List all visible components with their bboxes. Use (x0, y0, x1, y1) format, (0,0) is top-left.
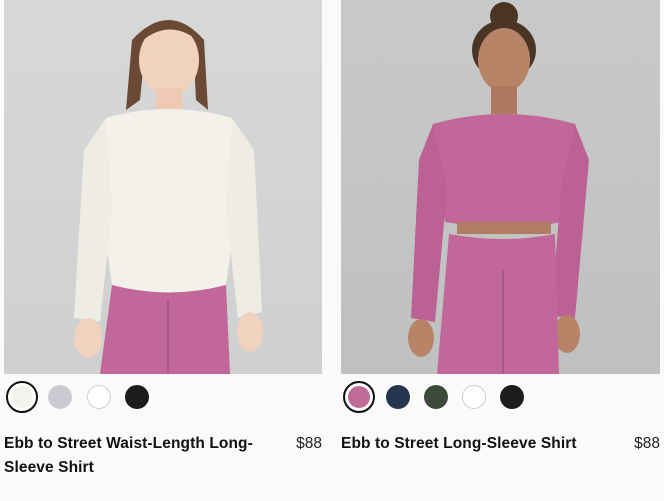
product-title[interactable]: Ebb to Street Long-Sleeve Shirt (341, 432, 601, 456)
product-title[interactable]: Ebb to Street Waist-Length Long-Sleeve S… (4, 432, 274, 480)
color-swatch[interactable] (500, 385, 524, 409)
product-image[interactable] (4, 0, 322, 374)
product-price: $88 (634, 435, 660, 452)
model-photo (408, 2, 589, 374)
color-swatch[interactable] (48, 385, 72, 409)
color-swatch[interactable] (462, 385, 486, 409)
color-swatch[interactable] (87, 385, 111, 409)
color-swatch[interactable] (424, 385, 448, 409)
color-swatches (341, 381, 660, 415)
product-price: $88 (296, 435, 322, 452)
product-image[interactable] (341, 0, 660, 374)
color-swatch[interactable] (125, 385, 149, 409)
product-card[interactable]: Ebb to Street Waist-Length Long-Sleeve S… (4, 0, 322, 476)
color-swatches (4, 381, 322, 415)
color-swatch[interactable] (343, 381, 375, 413)
color-swatch[interactable] (386, 385, 410, 409)
color-swatch[interactable] (6, 381, 38, 413)
product-card[interactable]: Ebb to Street Long-Sleeve Shirt $88 (341, 0, 660, 452)
model-photo (74, 20, 263, 374)
